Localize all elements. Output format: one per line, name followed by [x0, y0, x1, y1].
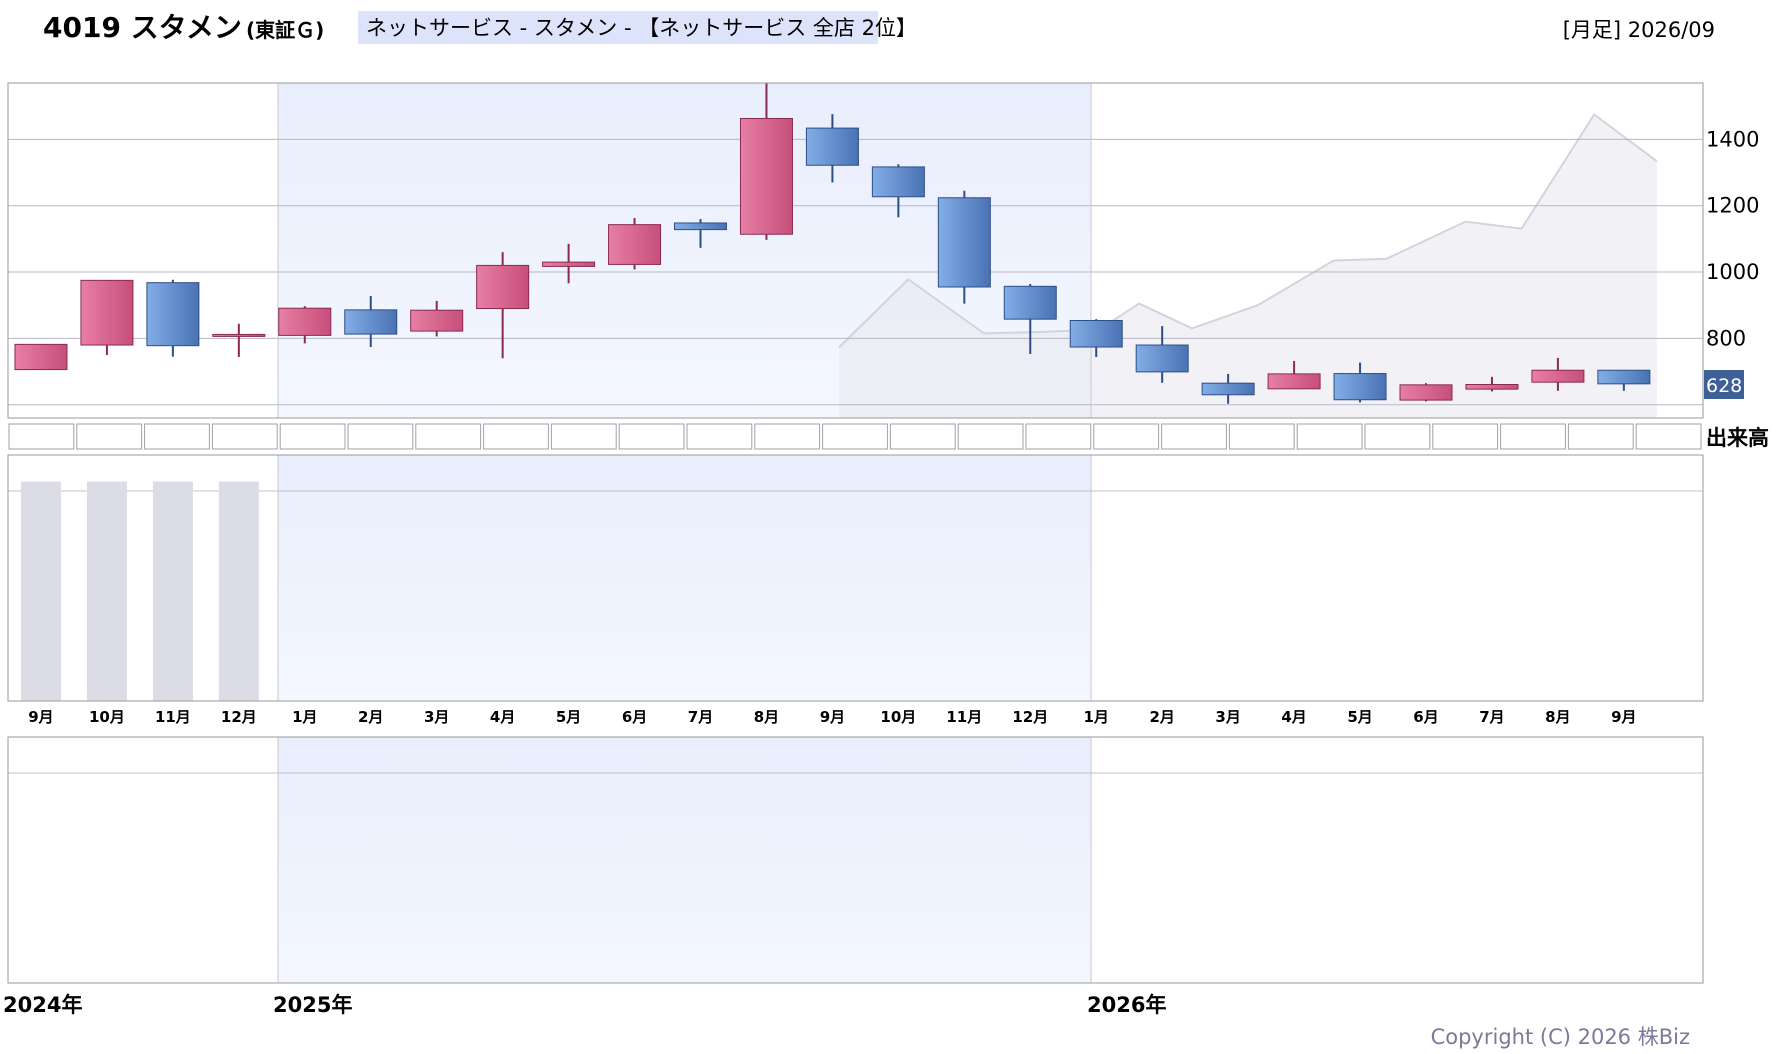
volume-slot-box	[1296, 423, 1363, 450]
volume-slot-row	[8, 423, 1702, 450]
candle-body	[344, 309, 398, 335]
month-label: 1月	[292, 708, 317, 726]
year-label-2026: 2026年	[1087, 993, 1166, 1017]
volume-bar	[86, 481, 127, 701]
volume-slot-box	[1228, 423, 1295, 450]
candle-body	[805, 127, 859, 166]
candle-body	[1267, 373, 1321, 390]
volume-slot-box	[1364, 423, 1431, 450]
candle-body	[476, 264, 530, 310]
month-label: 7月	[688, 708, 713, 726]
candle-body	[1597, 369, 1651, 385]
volume-bar	[20, 481, 61, 701]
month-label: 12月	[1012, 708, 1048, 726]
candle-body	[1333, 373, 1387, 401]
candle-body	[1201, 382, 1255, 396]
month-label: 4月	[1281, 708, 1306, 726]
lower-panel-highlight	[278, 737, 1091, 983]
header-industry: ネットサービス - スタメン - 【ネットサービス 全店 2位】	[366, 16, 917, 40]
month-label: 10月	[89, 708, 125, 726]
volume-slot-box	[76, 423, 143, 450]
header-exchange: (東証Ｇ)	[246, 18, 324, 42]
header-code-name: 4019 スタメン	[43, 11, 242, 44]
volume-slot-box	[1500, 423, 1566, 450]
month-label: 11月	[155, 708, 191, 726]
volume-slot-box	[822, 423, 888, 450]
chart-root: 4019 スタメン (東証Ｇ) ネットサービス - スタメン - 【ネットサービ…	[3, 11, 1769, 1049]
year-label-2024: 2024年	[3, 993, 82, 1017]
candle-body	[212, 333, 266, 337]
volume-slot-box	[754, 423, 821, 450]
month-label: 9月	[820, 708, 845, 726]
volume-slot-box	[211, 423, 278, 450]
candle-body	[278, 307, 332, 336]
candle-body	[14, 343, 68, 371]
volume-slot-box	[1567, 423, 1634, 450]
volume-slot-box	[415, 423, 482, 450]
month-label: 1月	[1084, 708, 1109, 726]
candle-body	[674, 222, 728, 231]
candle-body	[146, 282, 200, 347]
candle-body	[1399, 384, 1453, 401]
month-label: 11月	[946, 708, 982, 726]
price-axis-layer: 800 1000 1200 1400	[1706, 127, 1759, 350]
month-label: 3月	[424, 708, 449, 726]
candle-body	[937, 197, 991, 288]
candle-body	[739, 117, 793, 235]
month-label: 4月	[490, 708, 515, 726]
last-price-label: 628	[1706, 375, 1742, 397]
volume-axis-label: 出来高	[1706, 426, 1769, 450]
volume-slot-box	[686, 423, 753, 450]
price-tick-label: 1400	[1706, 127, 1759, 151]
month-label: 8月	[1545, 708, 1570, 726]
price-tick-label: 800	[1706, 326, 1746, 350]
candle-body	[80, 279, 134, 346]
candle-body	[1135, 344, 1189, 373]
candle-body	[1531, 369, 1585, 383]
candle-body	[1465, 384, 1519, 390]
candle-body	[1069, 319, 1123, 348]
month-label: 10月	[880, 708, 916, 726]
month-label: 5月	[556, 708, 581, 726]
month-label: 3月	[1215, 708, 1240, 726]
month-label: 2月	[358, 708, 383, 726]
month-label: 6月	[622, 708, 647, 726]
volume-bar	[218, 481, 259, 701]
month-label: 8月	[754, 708, 779, 726]
candle-body	[542, 261, 596, 267]
month-labels-layer: 9月 10月 11月 12月 1月 2月 3月 4月 5月 6月 7月 8月 9月 10月 11月 12月 1月…	[28, 708, 1636, 726]
month-label: 9月	[28, 708, 53, 726]
month-label: 9月	[1611, 708, 1636, 726]
volume-panel-highlight	[278, 455, 1091, 701]
volume-slot-box	[483, 423, 549, 450]
price-tick-label: 1200	[1706, 194, 1759, 218]
candle-body	[410, 309, 464, 332]
price-tick-label: 1000	[1706, 260, 1759, 284]
volume-slot-box	[889, 423, 956, 450]
volume-slot-box	[550, 423, 617, 450]
month-label: 5月	[1347, 708, 1372, 726]
volume-slot-box	[957, 423, 1024, 450]
volume-slot-box	[1635, 423, 1702, 450]
month-label: 2月	[1149, 708, 1174, 726]
volume-slot-box	[1161, 423, 1227, 450]
volume-slot-box	[279, 423, 346, 450]
header-period: [月足] 2026/09	[1563, 18, 1715, 42]
volume-slot-box	[8, 423, 75, 450]
candle-body	[1003, 285, 1057, 320]
copyright-text: Copyright (C) 2026 株Biz	[1431, 1025, 1690, 1049]
volume-slot-box	[618, 423, 685, 450]
candle-body	[608, 224, 662, 265]
month-label: 12月	[221, 708, 257, 726]
volume-bar	[152, 481, 193, 701]
month-label: 6月	[1413, 708, 1438, 726]
candle-body	[871, 166, 925, 198]
volume-slot-box	[1432, 423, 1499, 450]
volume-slot-box	[1093, 423, 1160, 450]
volume-slot-box	[347, 423, 414, 450]
year-label-2025: 2025年	[273, 993, 352, 1017]
month-label: 7月	[1479, 708, 1504, 726]
volume-slot-box	[144, 423, 210, 450]
volume-slot-box	[1025, 423, 1092, 450]
